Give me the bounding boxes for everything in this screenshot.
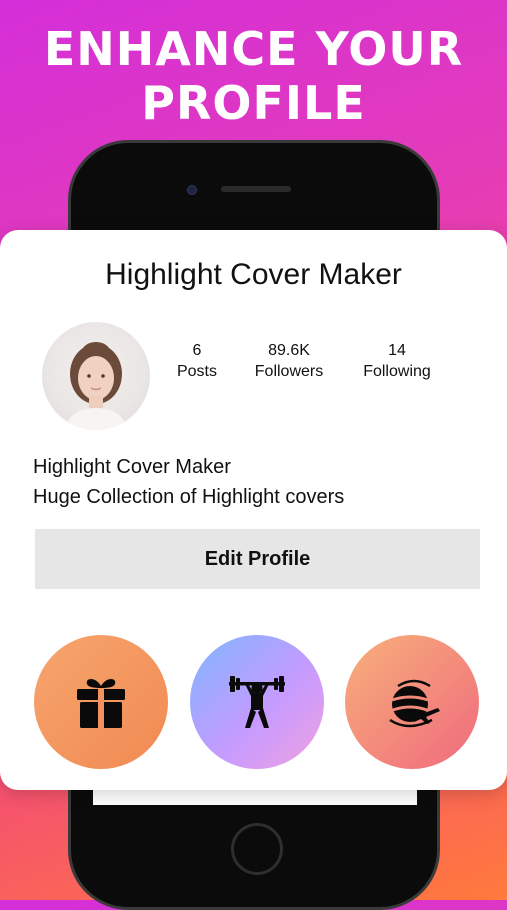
- stat-following[interactable]: 14 Following: [352, 340, 442, 382]
- profile-card: Highlight Cover Maker 6 Posts 89.6K Foll…: [0, 230, 507, 790]
- bio-line-2: Huge Collection of Highlight covers: [33, 486, 345, 508]
- profile-title: Highlight Cover Maker: [105, 258, 402, 291]
- camera-icon: [187, 185, 197, 195]
- avatar[interactable]: [42, 322, 150, 430]
- stat-followers[interactable]: 89.6K Followers: [243, 340, 335, 382]
- promo-headline: ENHANCE YOUR PROFILE: [0, 22, 507, 130]
- bio-line-1: Highlight Cover Maker: [33, 456, 231, 478]
- followers-label: Followers: [254, 363, 324, 380]
- gift-icon: [77, 679, 125, 728]
- headline-line-1: ENHANCE YOUR: [43, 22, 464, 76]
- profile-bio: Highlight Cover Maker Huge Collection of…: [33, 452, 344, 512]
- home-button[interactable]: [231, 823, 283, 875]
- highlight-fitness[interactable]: [190, 635, 324, 769]
- edit-profile-button[interactable]: Edit Profile: [35, 529, 480, 589]
- followers-count: 89.6K: [268, 342, 310, 359]
- speaker-grille: [221, 186, 291, 192]
- posts-count: 6: [192, 342, 202, 359]
- following-label: Following: [363, 363, 431, 380]
- posts-label: Posts: [176, 363, 217, 380]
- highlight-travel[interactable]: [345, 635, 479, 769]
- highlight-gift[interactable]: [34, 635, 168, 769]
- weightlifter-icon: [229, 676, 285, 728]
- following-count: 14: [388, 342, 406, 359]
- stat-posts[interactable]: 6 Posts: [168, 340, 226, 382]
- avatar-image: [64, 342, 128, 430]
- globe-airplane-icon: [389, 679, 440, 728]
- headline-line-2: PROFILE: [141, 76, 366, 130]
